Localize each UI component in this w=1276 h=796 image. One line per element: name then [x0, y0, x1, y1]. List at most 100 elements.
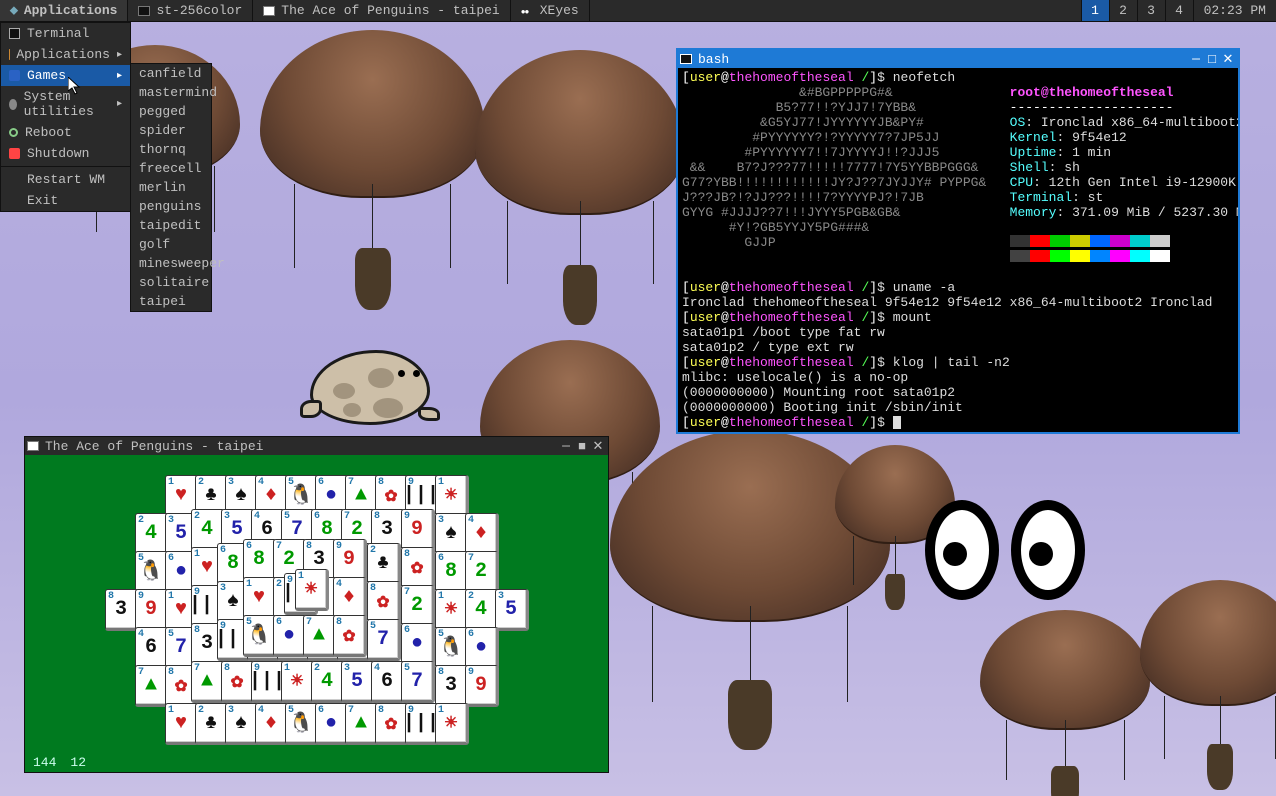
menu-item-label: Shutdown — [27, 146, 89, 161]
menu-item-applications[interactable]: Applications▸ — [1, 44, 130, 65]
close-button[interactable]: ✕ — [590, 439, 606, 454]
mahjong-tile[interactable]: 68 — [435, 551, 469, 593]
mahjong-tile[interactable]: 4♦ — [465, 513, 499, 555]
mahjong-tile[interactable]: 1♥ — [165, 703, 199, 745]
menu-item-exit[interactable]: Exit — [1, 190, 130, 211]
taskbar-desktop-3[interactable]: 3 — [1137, 0, 1165, 21]
taskbar-desktop-1[interactable]: 1 — [1081, 0, 1109, 21]
xeyes-window[interactable] — [925, 500, 1085, 600]
minimize-button[interactable]: ─ — [558, 439, 574, 454]
games-submenu-item-golf[interactable]: golf — [131, 235, 211, 254]
mahjong-tile[interactable]: 1☀ — [435, 703, 469, 745]
mahjong-tile[interactable]: 5🐧 — [435, 627, 469, 669]
games-submenu-item-freecell[interactable]: freecell — [131, 159, 211, 178]
mahjong-tile[interactable]: 46 — [135, 627, 169, 669]
mahjong-tile[interactable]: 5🐧 — [243, 615, 277, 657]
mahjong-tile[interactable]: 5🐧 — [135, 551, 169, 593]
menu-item-shutdown[interactable]: Shutdown — [1, 143, 130, 164]
taipei-board[interactable]: 1♥2♣3♠4♦5🐧6●7▲8✿9|||1☀24354657687283991♥… — [25, 455, 608, 754]
mahjong-tile[interactable]: 1☀ — [295, 569, 329, 611]
mahjong-tile[interactable]: 8✿ — [367, 581, 401, 623]
games-submenu-item-penguins[interactable]: penguins — [131, 197, 211, 216]
taskbar-task-xeyes[interactable]: XEyes — [511, 0, 590, 21]
mahjong-tile[interactable]: 2♣ — [367, 543, 401, 585]
games-submenu-item-solitaire[interactable]: solitaire — [131, 273, 211, 292]
mahjong-tile[interactable]: 24 — [465, 589, 499, 631]
mahjong-tile[interactable]: 1♥ — [243, 577, 277, 619]
mahjong-tile[interactable]: 1☀ — [435, 589, 469, 631]
games-submenu: canfieldmastermindpeggedspiderthornqfree… — [130, 63, 212, 312]
mahjong-tile[interactable]: 99 — [401, 509, 435, 551]
menu-item-terminal[interactable]: Terminal — [1, 23, 130, 44]
games-submenu-item-merlin[interactable]: merlin — [131, 178, 211, 197]
mahjong-tile[interactable]: 83 — [105, 589, 139, 631]
games-submenu-item-taipei[interactable]: taipei — [131, 292, 211, 311]
games-submenu-item-taipedit[interactable]: taipedit — [131, 216, 211, 235]
mahjong-tile[interactable]: 4♦ — [333, 577, 367, 619]
terminal-titlebar[interactable]: bash ─ □ ✕ — [678, 50, 1238, 68]
mahjong-tile[interactable]: 72 — [401, 585, 435, 627]
mahjong-tile[interactable]: 99 — [465, 665, 499, 707]
mahjong-tile[interactable]: 57 — [401, 661, 435, 703]
menu-item-reboot[interactable]: Reboot — [1, 122, 130, 143]
mahjong-tile[interactable]: 2♣ — [195, 703, 229, 745]
taskbar-task-taipei[interactable]: The Ace of Penguins - taipei — [253, 0, 510, 21]
taipei-window[interactable]: The Ace of Penguins - taipei ─ ■ ✕ 1♥2♣3… — [24, 436, 609, 773]
mahjong-tile[interactable]: 1☀ — [435, 475, 469, 517]
maximize-button[interactable]: □ — [1204, 52, 1220, 67]
mahjong-tile[interactable]: 7▲ — [135, 665, 169, 707]
mahjong-tile[interactable]: 8✿ — [333, 615, 367, 657]
mahjong-tile[interactable]: 1☀ — [281, 661, 315, 703]
mahjong-tile[interactable]: 68 — [243, 539, 277, 581]
games-submenu-item-thornq[interactable]: thornq — [131, 140, 211, 159]
taskbar-applications-button[interactable]: ◆ Applications — [0, 0, 128, 21]
mahjong-tile[interactable]: 83 — [435, 665, 469, 707]
menu-item-system-utilities[interactable]: System utilities▸ — [1, 86, 130, 122]
maximize-button[interactable]: ■ — [574, 439, 590, 454]
mahjong-tile[interactable]: 9||| — [405, 703, 439, 745]
mahjong-tile[interactable]: 7▲ — [191, 661, 225, 703]
mahjong-tile[interactable]: 5🐧 — [285, 703, 319, 745]
games-submenu-item-mastermind[interactable]: mastermind — [131, 83, 211, 102]
mahjong-tile[interactable]: 72 — [465, 551, 499, 593]
games-submenu-item-minesweeper[interactable]: minesweeper — [131, 254, 211, 273]
menu-item-label: Terminal — [27, 26, 89, 41]
mahjong-tile[interactable]: 6● — [315, 703, 349, 745]
taipei-titlebar[interactable]: The Ace of Penguins - taipei ─ ■ ✕ — [25, 437, 608, 455]
mahjong-tile[interactable]: 6● — [273, 615, 307, 657]
games-submenu-item-canfield[interactable]: canfield — [131, 64, 211, 83]
window-icon — [263, 6, 275, 16]
menu-item-games[interactable]: Games▸ — [1, 65, 130, 86]
mahjong-tile[interactable]: 3♠ — [435, 513, 469, 555]
taskbar-clock: 02:23 PM — [1193, 0, 1276, 21]
mahjong-tile[interactable]: 9||| — [251, 661, 285, 703]
minimize-button[interactable]: ─ — [1188, 52, 1204, 67]
mahjong-tile[interactable]: 4♦ — [255, 703, 289, 745]
taskbar-task-label: The Ace of Penguins - taipei — [281, 3, 499, 18]
games-submenu-item-spider[interactable]: spider — [131, 121, 211, 140]
mahjong-tile[interactable]: 57 — [367, 619, 401, 661]
mahjong-tile[interactable]: 24 — [311, 661, 345, 703]
mahjong-tile[interactable]: 6● — [401, 623, 435, 665]
taskbar-desktop-2[interactable]: 2 — [1109, 0, 1137, 21]
menu-item-restart-wm[interactable]: Restart WM — [1, 169, 130, 190]
wallpaper-parachute — [475, 50, 685, 325]
mahjong-tile[interactable]: 7▲ — [345, 703, 379, 745]
mahjong-tile[interactable]: 35 — [341, 661, 375, 703]
mahjong-tile[interactable]: 35 — [495, 589, 529, 631]
mahjong-tile[interactable]: 3♠ — [225, 703, 259, 745]
mahjong-tile[interactable]: 6● — [465, 627, 499, 669]
mahjong-tile[interactable]: 8✿ — [401, 547, 435, 589]
mahjong-tile[interactable]: 99 — [135, 589, 169, 631]
terminal-body[interactable]: [user@thehomeoftheseal /]$ neofetch &#BG… — [678, 68, 1238, 432]
mahjong-tile[interactable]: 46 — [371, 661, 405, 703]
applications-menu: Terminal Applications▸ Games▸ System uti… — [0, 22, 131, 212]
terminal-window[interactable]: bash ─ □ ✕ [user@thehomeoftheseal /]$ ne… — [676, 48, 1240, 434]
taskbar-task-st[interactable]: st-256color — [128, 0, 253, 21]
taskbar-desktop-4[interactable]: 4 — [1165, 0, 1193, 21]
mahjong-tile[interactable]: 7▲ — [303, 615, 337, 657]
games-submenu-item-pegged[interactable]: pegged — [131, 102, 211, 121]
mahjong-tile[interactable]: 99 — [333, 539, 367, 581]
mahjong-tile[interactable]: 24 — [135, 513, 169, 555]
close-button[interactable]: ✕ — [1220, 52, 1236, 67]
